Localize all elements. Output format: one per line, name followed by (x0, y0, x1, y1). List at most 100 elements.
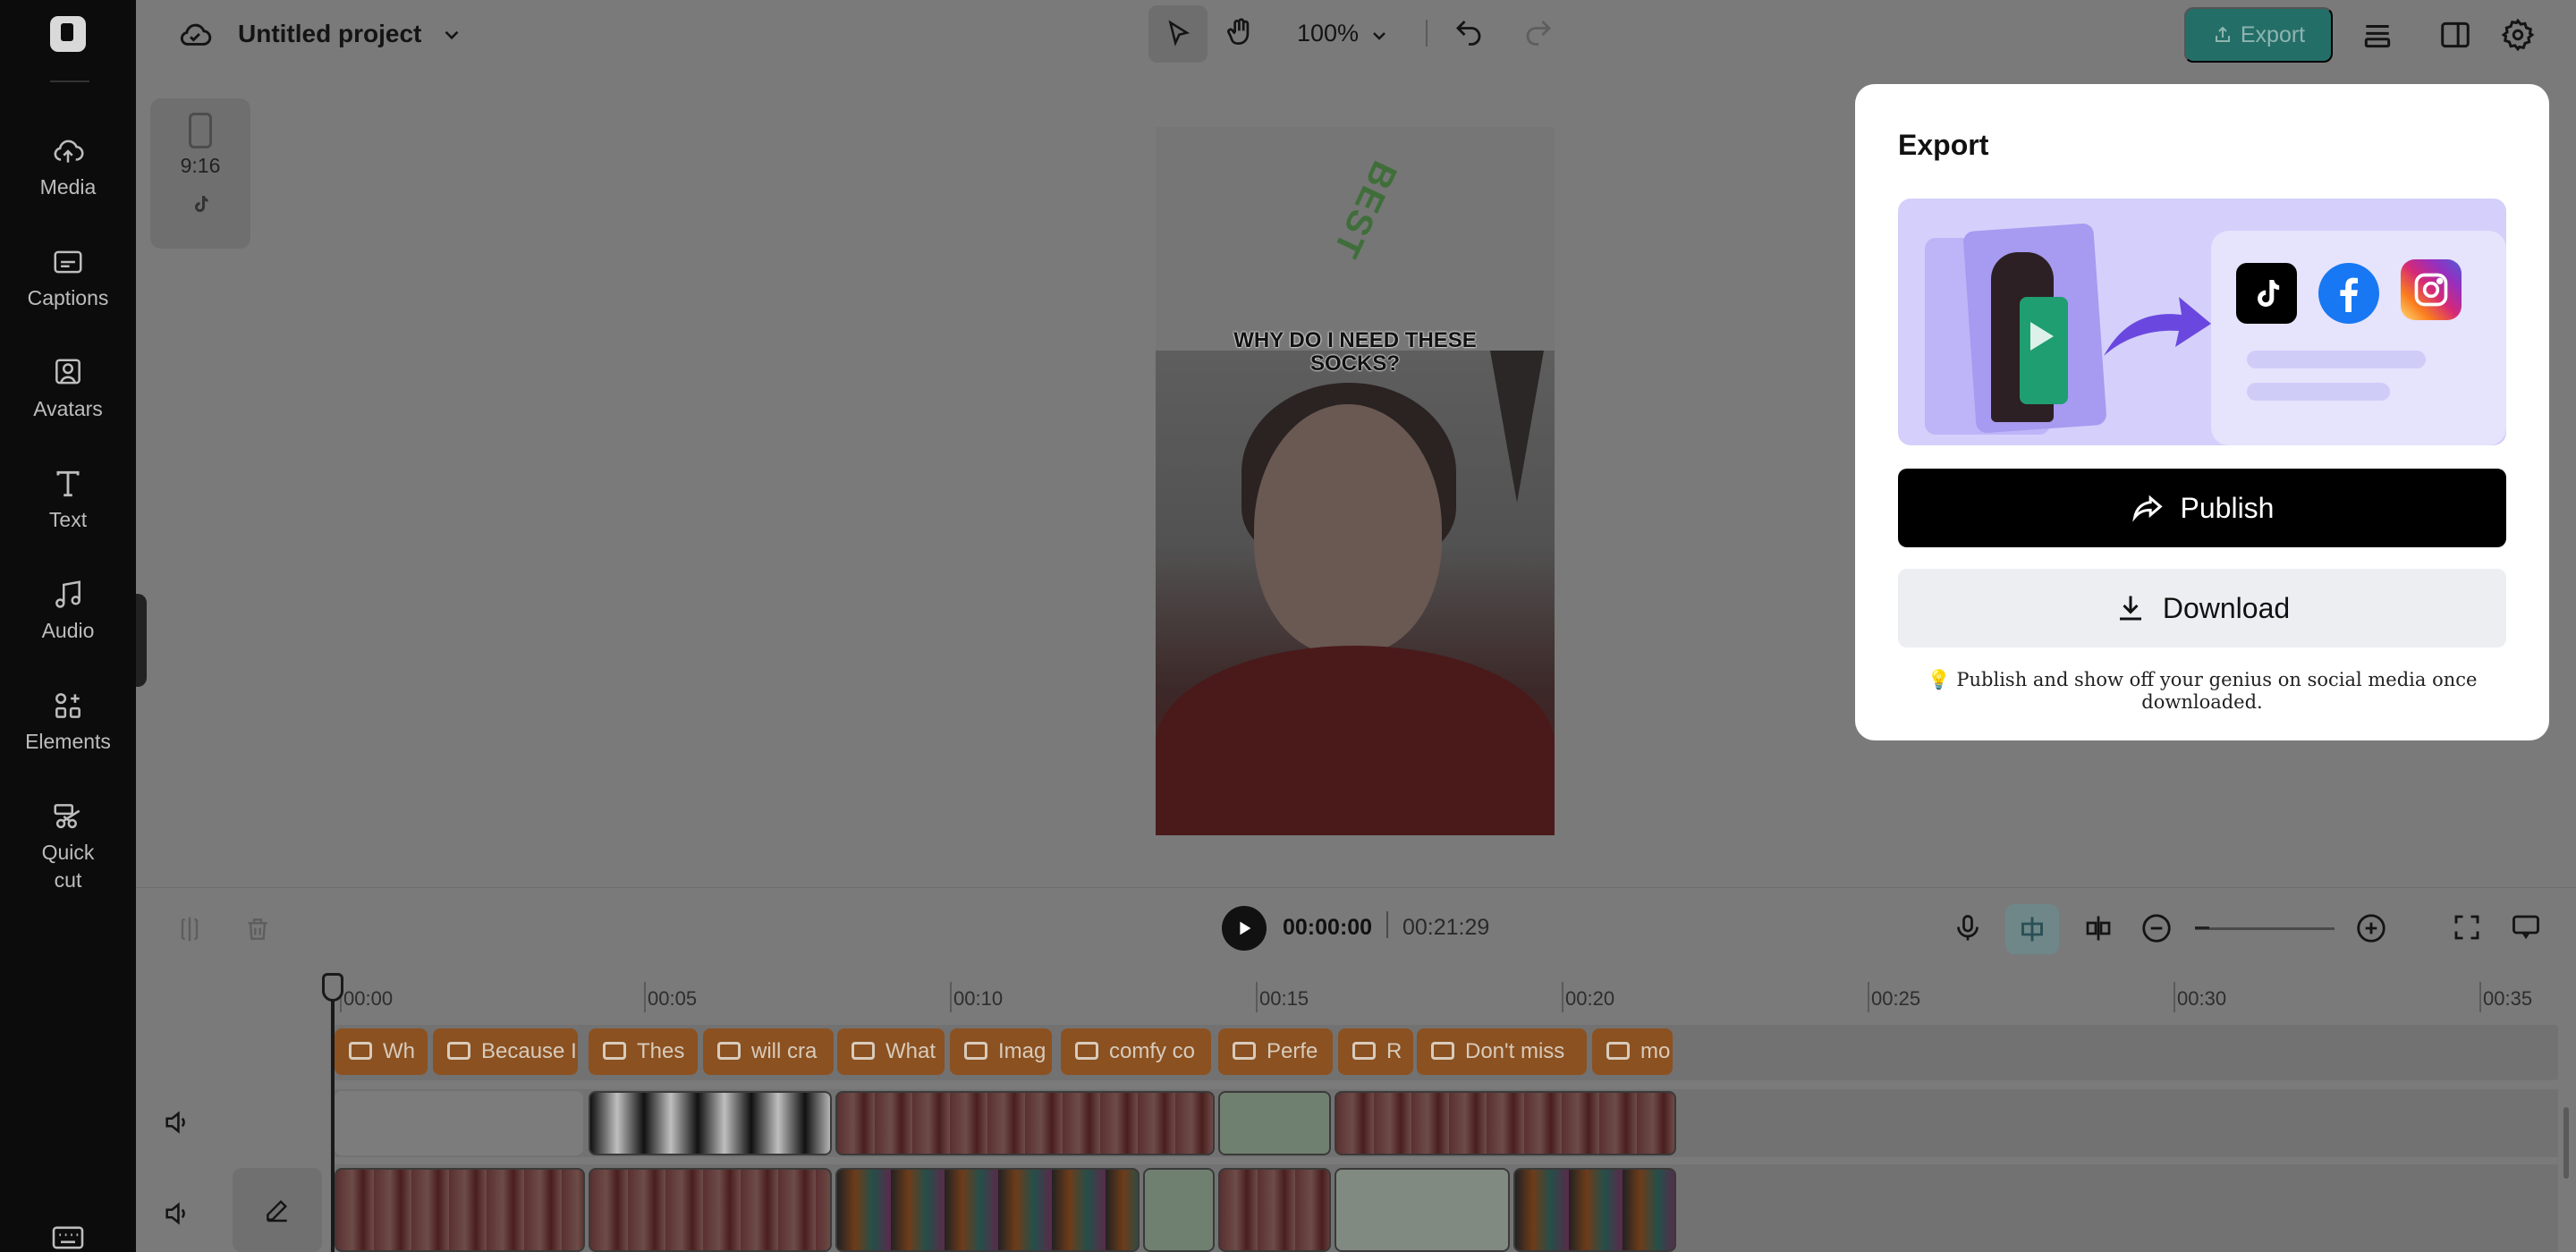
export-icon (2212, 24, 2233, 46)
caption-clip[interactable]: R (1338, 1028, 1413, 1075)
caption-clip[interactable]: comfy co (1061, 1028, 1211, 1075)
sidebar-item-label: Media (40, 175, 97, 199)
playhead[interactable] (331, 973, 335, 1252)
caption-clip[interactable]: Wh (335, 1028, 428, 1075)
project-title[interactable]: Untitled project (238, 20, 421, 48)
publish-button-label: Publish (2181, 492, 2275, 525)
download-icon (2114, 592, 2147, 624)
timeline[interactable]: 00:00 00:05 00:10 00:15 00:20 00:25 00:3… (136, 973, 2576, 1252)
zoom-out-icon[interactable] (2140, 911, 2174, 945)
layers-icon[interactable] (2360, 18, 2395, 52)
tiktok-icon (190, 192, 211, 216)
person-face (1254, 404, 1442, 655)
fullscreen-icon[interactable] (2451, 911, 2483, 943)
promo-placeholder-line (2247, 351, 2426, 368)
app-logo[interactable] (50, 16, 86, 52)
playhead-handle[interactable] (322, 973, 343, 1002)
play-button[interactable] (1222, 906, 1267, 951)
ruler-tick: 00:15 (1259, 987, 1309, 1011)
redo-icon[interactable] (1522, 16, 1555, 48)
instagram-logo-icon (2401, 259, 2462, 320)
sidebar-item-text[interactable]: Text (0, 467, 136, 534)
ruler-tick: 00:25 (1871, 987, 1920, 1011)
music-note-icon (51, 578, 85, 612)
zoom-level[interactable]: 100% (1297, 20, 1359, 47)
select-tool-button[interactable] (1148, 5, 1208, 63)
caption-clip[interactable]: Thes (589, 1028, 698, 1075)
caption-overlay[interactable]: WHY DO I NEED THESE SOCKS? (1209, 329, 1501, 376)
download-button[interactable]: Download (1898, 569, 2506, 647)
comment-icon[interactable] (2510, 911, 2542, 943)
video-clip[interactable] (1335, 1168, 1510, 1252)
caption-clip[interactable]: mo (1592, 1028, 1673, 1075)
pencil-icon (263, 1196, 292, 1224)
video-clip[interactable] (1513, 1168, 1676, 1252)
speaker-icon[interactable] (161, 1198, 193, 1229)
ruler-tick: 00:35 (2483, 987, 2532, 1011)
left-sidebar: Media Captions Avatars Text Audio Elemen… (0, 0, 136, 1252)
caption-clip[interactable]: Don't miss (1417, 1028, 1587, 1075)
ruler-tick: 00:10 (953, 987, 1003, 1011)
export-button[interactable]: Export (2184, 7, 2333, 63)
overlay-clip[interactable] (589, 1091, 832, 1155)
sidebar-item-audio[interactable]: Audio (0, 578, 136, 645)
undo-icon[interactable] (1453, 16, 1485, 48)
microphone-icon[interactable] (1952, 911, 1984, 945)
top-header: Untitled project 100% Export (136, 0, 2576, 82)
caption-clip[interactable]: What (837, 1028, 945, 1075)
video-clip[interactable] (835, 1168, 1140, 1252)
aspect-ratio-panel[interactable]: 9:16 (150, 98, 250, 249)
zoom-in-icon[interactable] (2354, 911, 2388, 945)
caption-clip[interactable]: will cra (703, 1028, 834, 1075)
chevron-down-icon[interactable] (440, 23, 463, 47)
collapse-panel-handle[interactable] (136, 594, 147, 687)
sidebar-item-label: Quick cut (32, 839, 104, 894)
sidebar-divider (50, 80, 89, 82)
cloud-sync-icon[interactable] (177, 18, 213, 50)
overlay-clip[interactable] (835, 1091, 1215, 1155)
export-hint-text: 💡 Publish and show off your genius on so… (1898, 669, 2506, 713)
keyboard-icon[interactable] (50, 1223, 86, 1252)
video-clip[interactable] (589, 1168, 832, 1252)
ruler-tick: 00:30 (2177, 987, 2226, 1011)
video-clip[interactable] (1143, 1168, 1215, 1252)
snap-toggle-button[interactable] (2005, 904, 2059, 954)
align-icon[interactable] (2082, 911, 2114, 945)
playback-bar: 00:00:00 00:21:29 (136, 887, 2576, 973)
video-canvas[interactable]: BEST WHY DO I NEED THESE SOCKS? (1156, 127, 1555, 835)
overlay-clip[interactable] (1335, 1091, 1676, 1155)
total-duration: 00:21:29 (1402, 915, 1489, 941)
sidebar-item-captions[interactable]: Captions (0, 245, 136, 312)
tiktok-logo-icon (2236, 263, 2297, 324)
overlay-clip[interactable] (335, 1091, 583, 1155)
ruler-tick: 00:20 (1565, 987, 1614, 1011)
sidebar-item-media[interactable]: Media (0, 134, 136, 201)
split-icon[interactable] (175, 915, 204, 943)
timeline-scrollbar[interactable] (2563, 1107, 2569, 1179)
captions-icon (51, 245, 85, 279)
side-panel-icon[interactable] (2438, 18, 2472, 52)
magnet-icon (2016, 913, 2048, 945)
sidebar-item-elements[interactable]: Elements (0, 689, 136, 756)
video-clip[interactable] (1218, 1168, 1331, 1252)
overlay-clip[interactable] (1218, 1091, 1331, 1155)
caption-clip[interactable]: Because I (433, 1028, 578, 1075)
zoom-slider[interactable] (2195, 927, 2334, 930)
hand-tool-icon[interactable] (1224, 14, 1258, 50)
caption-clip[interactable]: Imag (950, 1028, 1052, 1075)
caption-clip[interactable]: Perfe (1218, 1028, 1333, 1075)
edit-cover-button[interactable] (233, 1168, 322, 1252)
toolbar-divider (1426, 20, 1428, 47)
speaker-icon[interactable] (161, 1107, 193, 1138)
ruler-tick: 00:00 (343, 987, 393, 1011)
zoom-slider-knob[interactable] (2195, 920, 2209, 935)
gear-icon[interactable] (2501, 18, 2535, 52)
sidebar-item-label: Text (49, 508, 87, 531)
sidebar-item-avatars[interactable]: Avatars (0, 356, 136, 423)
video-clip[interactable] (335, 1168, 585, 1252)
chevron-down-icon[interactable] (1368, 25, 1390, 47)
publish-button[interactable]: Publish (1898, 469, 2506, 547)
trash-icon[interactable] (243, 915, 272, 943)
sidebar-item-quick-cut[interactable]: Quick cut (0, 799, 136, 894)
promo-garment (2020, 297, 2068, 404)
